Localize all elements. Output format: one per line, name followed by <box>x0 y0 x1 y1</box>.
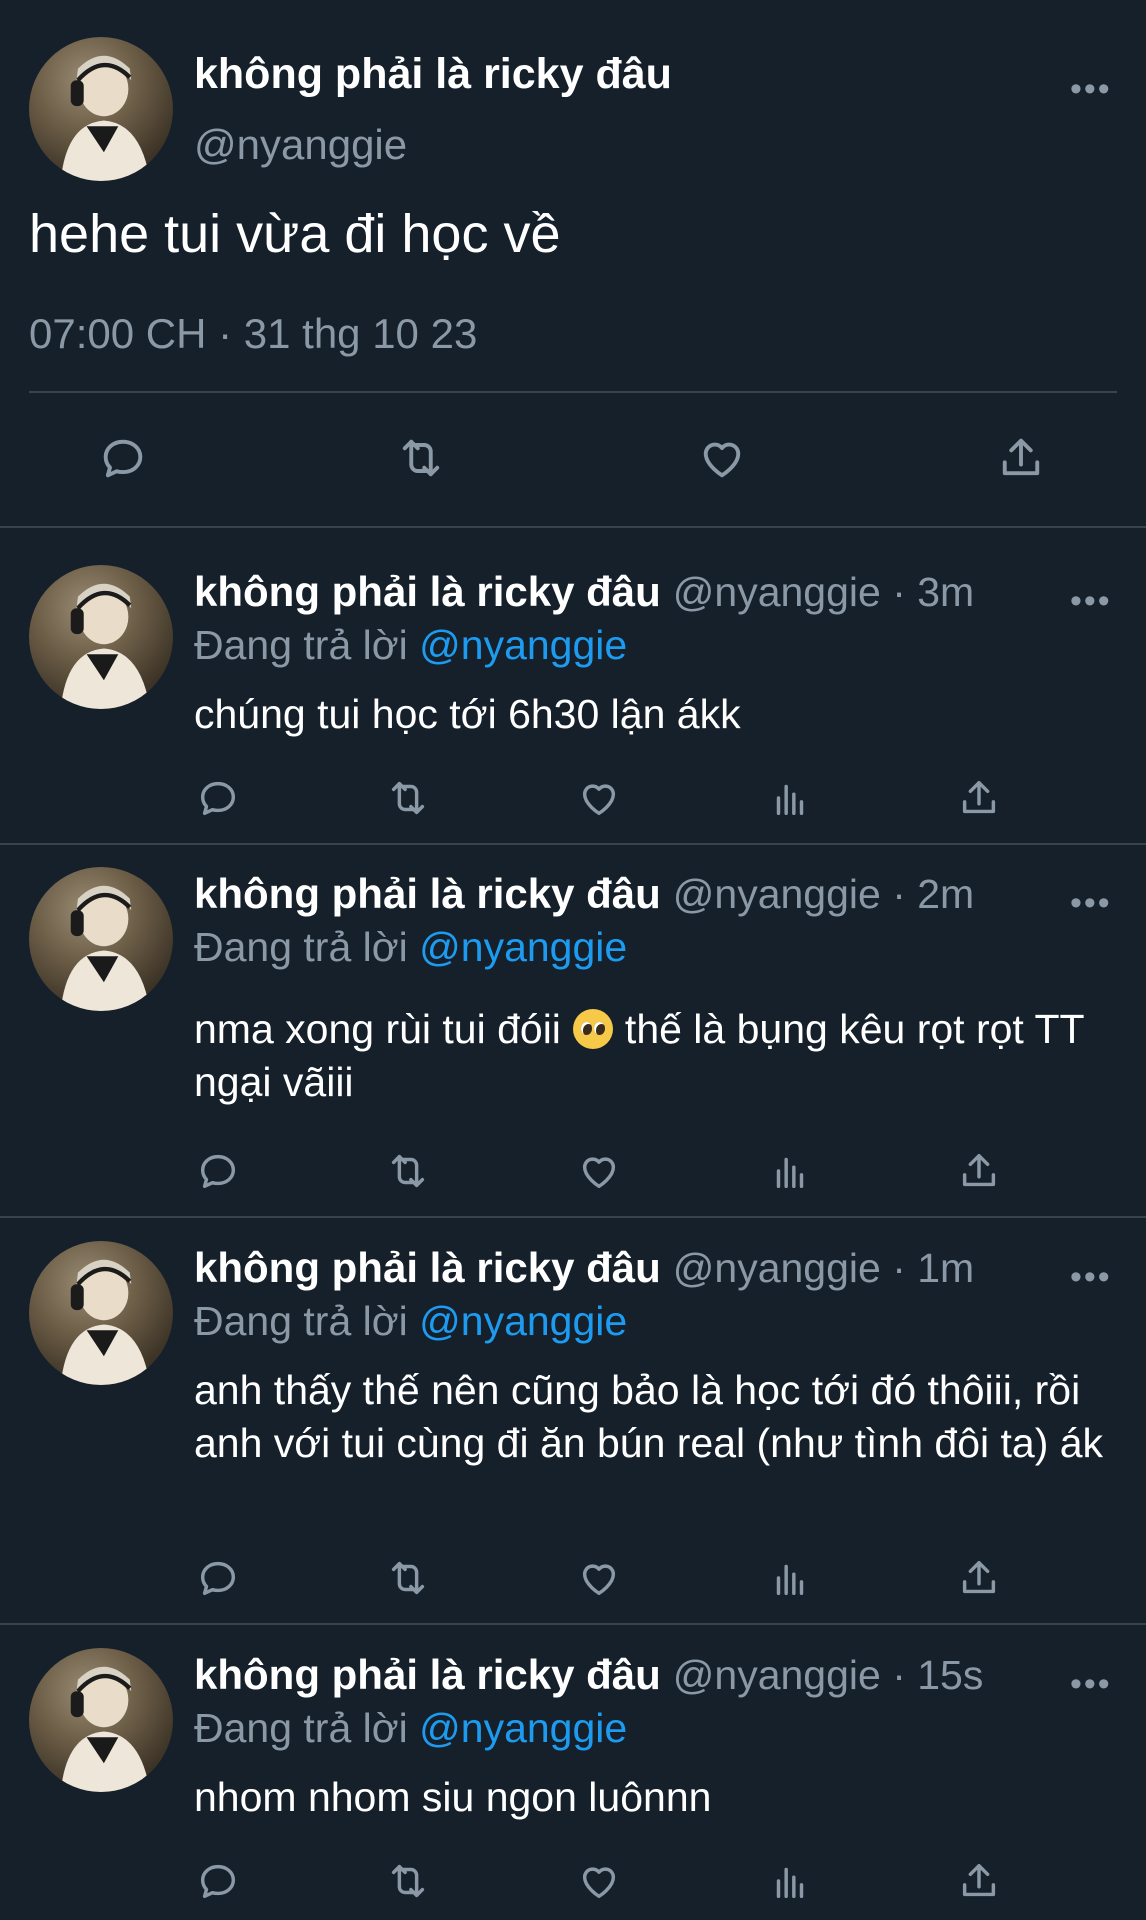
replying-to: Đang trả lời @nyanggie <box>194 924 627 971</box>
display-name[interactable]: không phải là ricky đâu <box>194 568 661 615</box>
heart-icon[interactable] <box>576 775 622 821</box>
reply-icon[interactable] <box>97 432 149 484</box>
avatar[interactable] <box>29 867 173 1011</box>
avatar-image <box>60 1259 150 1385</box>
reply-text: nhom nhom siu ngon luônnn <box>194 1774 712 1820</box>
reply-header: không phải là ricky đâu @nyanggie · 15s <box>194 1651 983 1699</box>
tweet-timestamp[interactable]: 07:00 CH · 31 thg 10 23 <box>29 310 477 358</box>
separator <box>0 1216 1146 1218</box>
avatar[interactable] <box>29 37 173 181</box>
more-icon[interactable]: ••• <box>1070 1260 1112 1294</box>
reply-header: không phải là ricky đâu @nyanggie · 1m <box>194 1244 974 1292</box>
reply-icon[interactable] <box>195 1148 241 1194</box>
analytics-icon[interactable] <box>767 1858 813 1904</box>
reply-header: không phải là ricky đâu @nyanggie · 3m <box>194 568 974 616</box>
display-name[interactable]: không phải là ricky đâu <box>194 50 672 99</box>
reply-icon[interactable] <box>195 775 241 821</box>
pleading-face-icon <box>572 1009 613 1049</box>
more-icon[interactable]: ••• <box>1070 886 1112 920</box>
replying-label: Đang trả lời <box>194 1705 408 1751</box>
analytics-icon[interactable] <box>767 1555 813 1601</box>
handle-time[interactable]: @nyanggie · 15s <box>673 1652 984 1698</box>
heart-icon[interactable] <box>576 1858 622 1904</box>
avatar-image <box>60 885 150 1011</box>
reply-text: nma xong rùi tui đóii thế là bụng kêu rọt… <box>194 1003 1124 1109</box>
user-handle[interactable]: @nyanggie <box>194 121 407 169</box>
replying-label: Đang trả lời <box>194 622 408 668</box>
share-icon[interactable] <box>956 1148 1002 1194</box>
divider <box>29 391 1117 393</box>
display-name[interactable]: không phải là ricky đâu <box>194 1651 661 1698</box>
analytics-icon[interactable] <box>767 1148 813 1194</box>
reply-header: không phải là ricky đâu @nyanggie · 2m <box>194 870 974 918</box>
retweet-icon[interactable] <box>385 1858 431 1904</box>
reply-text: anh thấy thế nên cũng bảo là học tới đó … <box>194 1367 1104 1466</box>
mention-link[interactable]: @nyanggie <box>419 622 627 668</box>
heart-icon[interactable] <box>696 432 748 484</box>
handle-time[interactable]: @nyanggie · 2m <box>673 871 974 917</box>
replying-label: Đang trả lời <box>194 924 408 970</box>
retweet-icon[interactable] <box>385 775 431 821</box>
mention-link[interactable]: @nyanggie <box>419 924 627 970</box>
share-icon[interactable] <box>956 1555 1002 1601</box>
replying-to: Đang trả lời @nyanggie <box>194 1705 627 1752</box>
avatar-image <box>60 583 150 709</box>
heart-icon[interactable] <box>576 1148 622 1194</box>
replying-to: Đang trả lời @nyanggie <box>194 1298 627 1345</box>
reply-icon[interactable] <box>195 1858 241 1904</box>
tweet-text: hehe tui vừa đi học về <box>29 204 561 264</box>
heart-icon[interactable] <box>576 1555 622 1601</box>
separator <box>0 526 1146 528</box>
avatar[interactable] <box>29 1648 173 1792</box>
avatar-image <box>60 55 150 181</box>
display-name[interactable]: không phải là ricky đâu <box>194 1244 661 1291</box>
replying-to: Đang trả lời @nyanggie <box>194 622 627 669</box>
avatar[interactable] <box>29 1241 173 1385</box>
avatar-image <box>60 1666 150 1792</box>
more-icon[interactable]: ••• <box>1070 1667 1112 1701</box>
mention-link[interactable]: @nyanggie <box>419 1705 627 1751</box>
more-icon[interactable]: ••• <box>1070 584 1112 618</box>
display-name[interactable]: không phải là ricky đâu <box>194 870 661 917</box>
top-edge <box>0 0 1146 10</box>
share-icon[interactable] <box>956 775 1002 821</box>
separator <box>0 1623 1146 1625</box>
more-icon[interactable]: ••• <box>1070 72 1112 106</box>
mention-link[interactable]: @nyanggie <box>419 1298 627 1344</box>
handle-time[interactable]: @nyanggie · 3m <box>673 569 974 615</box>
retweet-icon[interactable] <box>385 1148 431 1194</box>
share-icon[interactable] <box>956 1858 1002 1904</box>
share-icon[interactable] <box>995 432 1047 484</box>
retweet-icon[interactable] <box>385 1555 431 1601</box>
reply-icon[interactable] <box>195 1555 241 1601</box>
analytics-icon[interactable] <box>767 775 813 821</box>
reply-text: chúng tui học tới 6h30 lận ákk <box>194 691 741 737</box>
avatar[interactable] <box>29 565 173 709</box>
replying-label: Đang trả lời <box>194 1298 408 1344</box>
retweet-icon[interactable] <box>395 432 447 484</box>
handle-time[interactable]: @nyanggie · 1m <box>673 1245 974 1291</box>
reply-text-part: nma xong rùi tui đóii <box>194 1006 561 1052</box>
separator <box>0 843 1146 845</box>
